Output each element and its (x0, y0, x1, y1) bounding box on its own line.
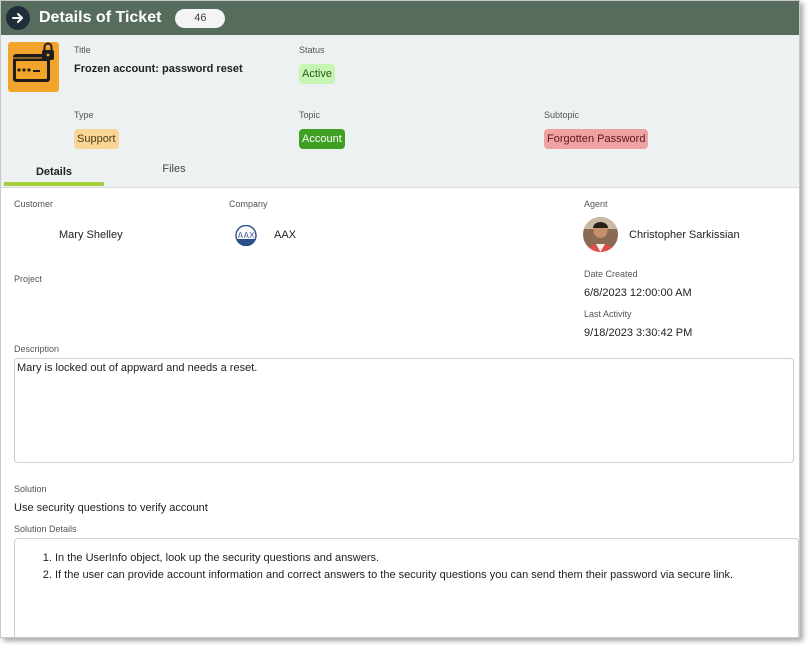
solution-value[interactable]: Use security questions to verify account (14, 502, 208, 514)
password-lock-icon (8, 42, 59, 92)
company-logo-text: AAX (238, 231, 256, 240)
project-label: Project (14, 274, 43, 284)
type-label: Type (74, 110, 94, 120)
last-activity-label: Last Activity (584, 309, 632, 319)
list-item: In the UserInfo object, look up the secu… (55, 550, 768, 567)
date-created-label: Date Created (584, 269, 638, 279)
customer-value[interactable]: Mary Shelley (59, 229, 123, 241)
date-created-value: 6/8/2023 12:00:00 AM (584, 287, 692, 299)
status-label: Status (299, 45, 325, 55)
ticket-count-badge: 46 (175, 8, 226, 28)
ticket-title: Frozen account: password reset (74, 63, 243, 75)
title-label: Title (74, 45, 91, 55)
ticket-summary-panel: Title Frozen account: password reset Sta… (1, 35, 799, 188)
description-label: Description (14, 344, 60, 354)
description-text: Mary is locked out of appward and needs … (17, 362, 258, 374)
company-logo-icon: AAX (235, 225, 257, 246)
company-value[interactable]: AAX (274, 229, 296, 241)
company-label: Company (229, 199, 268, 209)
type-badge: Support (74, 129, 119, 149)
ticket-details-window: Details of Ticket 46 Title Frozen accoun… (0, 0, 800, 638)
subtopic-label: Subtopic (544, 110, 580, 120)
tab-details[interactable]: Details (4, 166, 104, 178)
title-bar: Details of Ticket 46 (1, 1, 799, 35)
solution-label: Solution (14, 484, 47, 494)
customer-label: Customer (14, 199, 54, 209)
avatar (583, 217, 618, 252)
description-textarea[interactable]: Mary is locked out of appward and needs … (14, 358, 794, 463)
status-badge: Active (299, 64, 335, 84)
subtopic-badge: Forgotten Password (544, 129, 649, 149)
topic-label: Topic (299, 110, 321, 120)
topic-badge: Account (299, 129, 345, 149)
page-title: Details of Ticket (39, 9, 162, 26)
last-activity-value: 9/18/2023 3:30:42 PM (584, 327, 693, 339)
agent-value[interactable]: Christopher Sarkissian (629, 229, 740, 241)
list-item: If the user can provide account informat… (55, 567, 768, 584)
active-tab-indicator (4, 182, 104, 186)
solution-details-list: In the UserInfo object, look up the secu… (15, 539, 798, 584)
back-button[interactable] (6, 6, 30, 30)
tab-files[interactable]: Files (124, 163, 224, 175)
agent-label: Agent (584, 199, 608, 209)
solution-details-label: Solution Details (14, 524, 77, 534)
solution-details-editor[interactable]: In the UserInfo object, look up the secu… (14, 538, 799, 637)
arrow-right-icon (12, 13, 23, 23)
